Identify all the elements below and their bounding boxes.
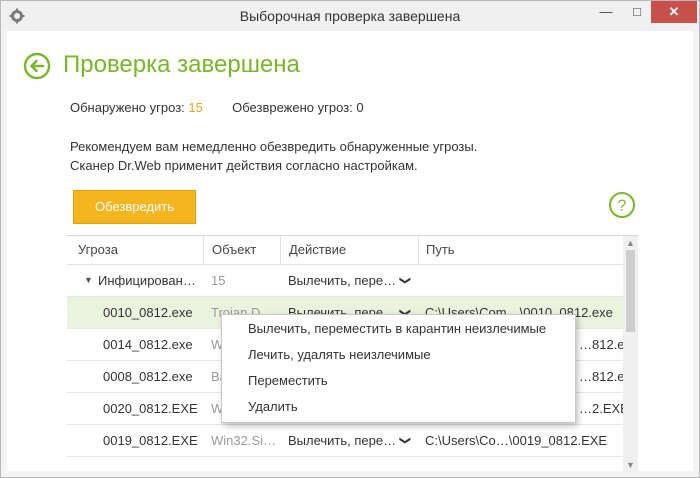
table-row[interactable]: 0019_0812.EXE Win32.Si… Вылечить, пере… … (67, 425, 623, 457)
title-bar: Выборочная проверка завершена — □ ✕ (1, 1, 699, 31)
minimize-button[interactable]: — (589, 1, 623, 23)
help-glyph: ? (618, 198, 627, 215)
row-threat: 0010_0812.exe (103, 305, 193, 320)
row-object: Win32.Si… (211, 433, 277, 448)
group-count: 15 (211, 273, 226, 288)
row-threat: 0019_0812.EXE (103, 433, 198, 448)
neutralized-count: 0 (356, 100, 364, 115)
scroll-up-arrow-icon[interactable]: ▲ (623, 236, 638, 250)
chevron-down-icon[interactable]: ❯ (389, 436, 420, 445)
column-object[interactable]: Объект (203, 236, 282, 264)
row-threat: 0020_0812.EXE (103, 401, 198, 416)
back-arrow-icon[interactable] (23, 52, 51, 80)
menu-item-cure-delete[interactable]: Лечить, удалять неизлечимые (248, 342, 431, 368)
neutralize-button[interactable]: Обезвредить (73, 190, 196, 224)
help-icon[interactable]: ? (608, 191, 636, 219)
scan-stats: Обнаружено угроз: 15 Обезврежено угроз: … (70, 100, 364, 115)
row-path: …2.EXE (579, 401, 623, 416)
row-threat: 0008_0812.exe (103, 369, 193, 384)
row-threat: 0014_0812.exe (103, 337, 193, 352)
detected-count: 15 (188, 100, 203, 115)
row-action[interactable]: Вылечить, пере… (288, 425, 396, 456)
column-path[interactable]: Путь (418, 236, 616, 264)
menu-item-cure-quarantine[interactable]: Вылечить, переместить в карантин неизлеч… (248, 316, 546, 342)
column-action[interactable]: Действие (280, 236, 419, 264)
chevron-down-icon[interactable]: ❯ (389, 276, 420, 285)
table-header: Угроза Объект Действие Путь (67, 236, 623, 265)
recommendation-line-2: Сканер Dr.Web применит действия согласно… (70, 158, 418, 173)
group-row[interactable]: ▼ Инфицирован… 15 Вылечить, пере… ❯ (67, 265, 623, 297)
dialog-window: Выборочная проверка завершена — □ ✕ Пров… (0, 0, 700, 478)
menu-item-delete[interactable]: Удалить (248, 394, 298, 420)
row-path: …812.exe (579, 369, 623, 384)
neutralized-label: Обезврежено угроз: (232, 100, 353, 115)
row-path: …812.exe (579, 337, 623, 352)
scroll-down-arrow-icon[interactable]: ▼ (623, 458, 638, 472)
expand-triangle-icon[interactable]: ▼ (84, 265, 93, 296)
recommendation-line-1: Рекомендуем вам немедленно обезвредить о… (70, 139, 478, 154)
action-context-menu: Вылечить, переместить в карантин неизлеч… (221, 314, 576, 423)
menu-item-move[interactable]: Переместить (248, 368, 328, 394)
group-action[interactable]: Вылечить, пере… (288, 265, 396, 296)
column-threat[interactable]: Угроза (78, 236, 198, 264)
page-title: Проверка завершена (63, 51, 300, 78)
maximize-button[interactable]: □ (623, 1, 651, 23)
group-name: Инфицирован… (98, 273, 196, 288)
table-scrollbar[interactable]: ▲ ▼ (623, 236, 638, 472)
detected-label: Обнаружено угроз: (70, 100, 185, 115)
recommendation-text: Рекомендуем вам немедленно обезвредить о… (70, 137, 477, 175)
scroll-thumb[interactable] (626, 250, 635, 332)
close-button[interactable]: ✕ (651, 1, 697, 23)
row-path: C:\Users\Co…\0019_0812.EXE (425, 433, 608, 448)
